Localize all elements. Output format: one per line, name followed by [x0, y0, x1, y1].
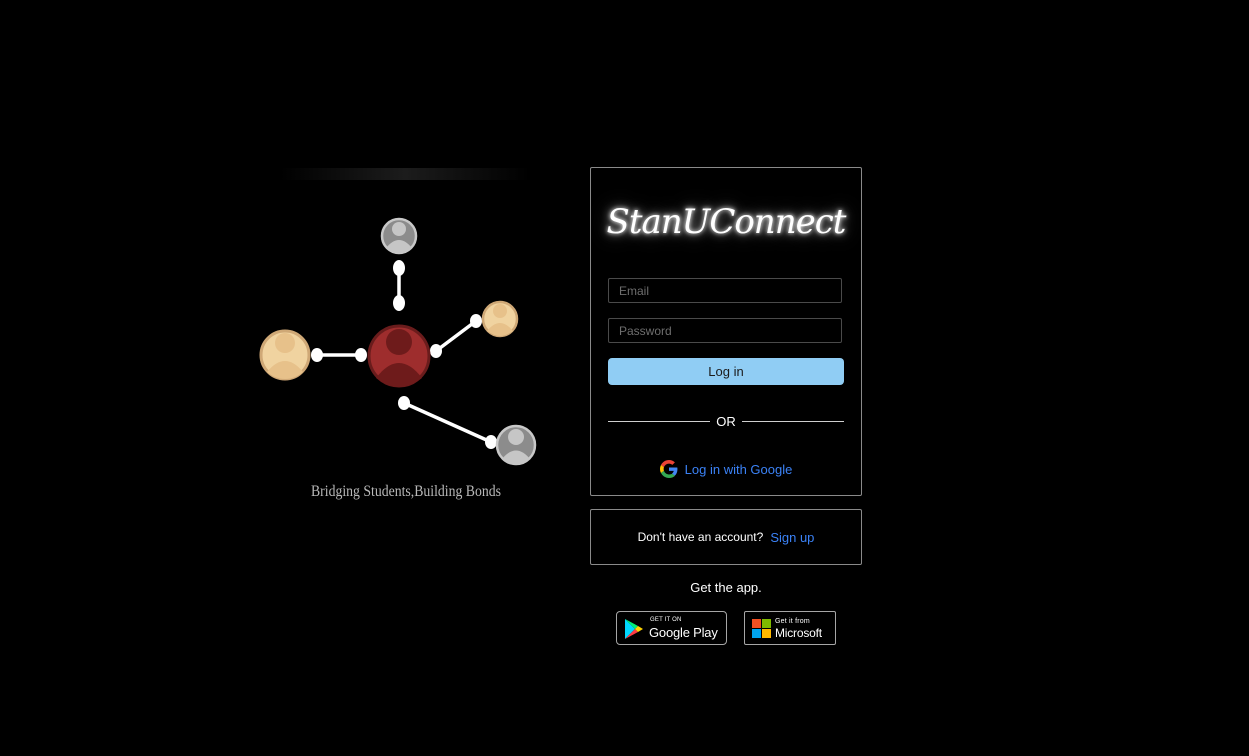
microsoft-small-text: Get it from [775, 618, 810, 625]
top-person-icon [380, 217, 418, 255]
login-button[interactable]: Log in [608, 358, 844, 385]
microsoft-badge[interactable]: Get it from Microsoft [744, 611, 836, 645]
shadow-bar [280, 168, 530, 180]
divider-label: OR [716, 414, 736, 429]
google-play-badge[interactable]: GET IT ON Google Play [616, 611, 727, 645]
login-card: StanUConnect Log in OR Log in with Googl… [590, 167, 862, 496]
right-person-icon [481, 300, 519, 338]
or-divider: OR [608, 414, 844, 430]
google-icon [659, 460, 678, 478]
divider-line-right [742, 421, 844, 422]
google-login-link[interactable]: Log in with Google [591, 460, 861, 478]
signup-link[interactable]: Sign up [770, 530, 814, 545]
left-person-icon [259, 329, 311, 381]
signup-prompt: Don't have an account? [637, 530, 764, 544]
google-play-big-text: Google Play [649, 625, 718, 640]
tagline: Bridging Students,Building Bonds [310, 483, 501, 500]
microsoft-big-text: Microsoft [775, 626, 822, 640]
signup-card: Don't have an account? Sign up [590, 509, 862, 565]
password-field[interactable] [608, 318, 842, 343]
google-login-label: Log in with Google [684, 461, 793, 477]
network-graphic [259, 168, 537, 466]
hero-illustration: Bridging Students,Building Bonds [250, 160, 550, 510]
email-field[interactable] [608, 278, 842, 303]
bottom-right-person-icon [495, 424, 537, 466]
center-person-icon [367, 324, 431, 388]
google-play-icon [625, 619, 643, 639]
divider-line-left [608, 421, 710, 422]
google-play-small-text: GET IT ON [650, 617, 682, 623]
app-logo: StanUConnect [606, 202, 847, 242]
get-app-label: Get the app. [690, 580, 762, 595]
microsoft-logo-icon [752, 619, 771, 638]
